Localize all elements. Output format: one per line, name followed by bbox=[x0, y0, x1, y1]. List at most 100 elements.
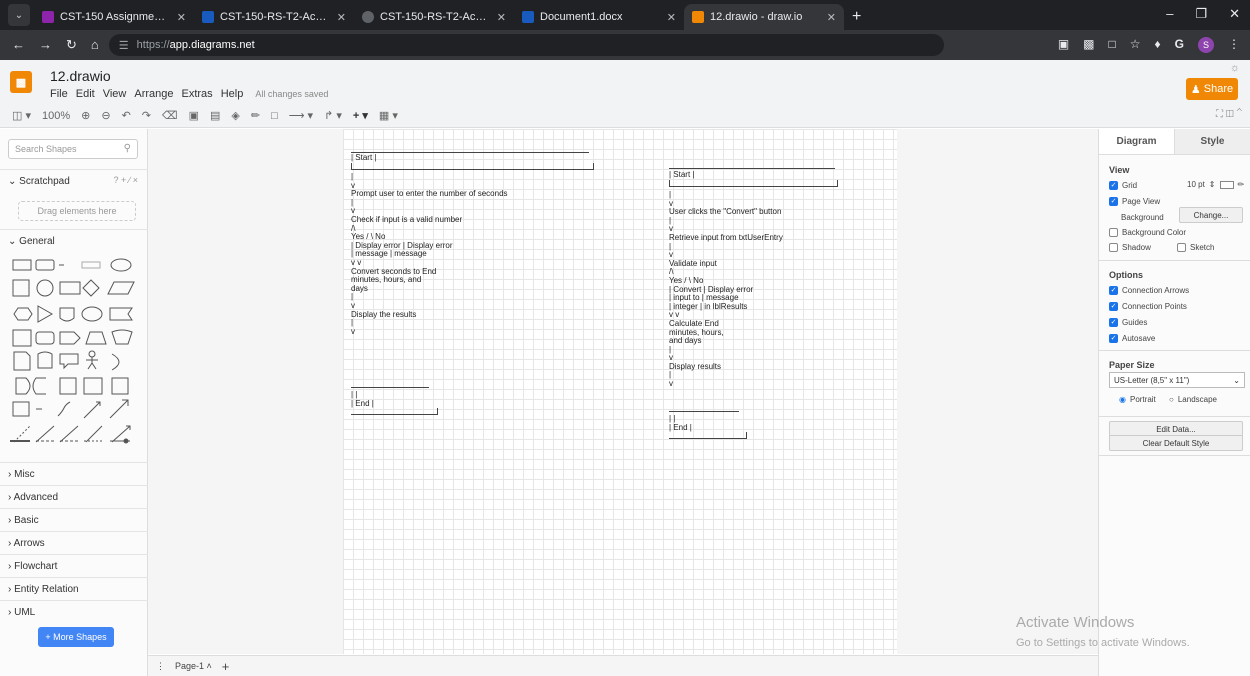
share-page-icon[interactable]: □ bbox=[1109, 37, 1116, 53]
extensions-icon[interactable]: ♦ bbox=[1155, 37, 1161, 53]
left-flow-text[interactable]: | v Prompt user to enter the number of s… bbox=[351, 172, 508, 336]
section-misc[interactable]: › Misc bbox=[0, 462, 148, 484]
section-flowchart[interactable]: › Flowchart bbox=[0, 554, 148, 576]
right-end-label[interactable]: | | | End | bbox=[669, 414, 692, 432]
shadow-icon[interactable]: □ bbox=[271, 110, 278, 122]
zoom-out-icon[interactable]: ⊖ bbox=[101, 109, 110, 122]
search-icon[interactable]: ⚲ bbox=[124, 143, 131, 154]
diagram-canvas[interactable]: | Start | | v Prompt user to enter the n… bbox=[148, 129, 1098, 658]
menu-edit[interactable]: Edit bbox=[76, 88, 95, 100]
close-icon[interactable]: ✕ bbox=[177, 11, 186, 24]
left-end-label[interactable]: | | | End | bbox=[351, 390, 374, 408]
more-shapes-button[interactable]: + More Shapes bbox=[38, 627, 114, 647]
menu-arrange[interactable]: Arrange bbox=[134, 88, 173, 100]
redo-icon[interactable]: ↷ bbox=[142, 109, 151, 122]
close-icon[interactable]: ✕ bbox=[667, 11, 676, 24]
general-shapes-grid[interactable] bbox=[12, 256, 138, 452]
shadow-checkbox[interactable]: Shadow bbox=[1109, 243, 1151, 252]
fullscreen-icons[interactable]: ⛶ ◫ ⌃ bbox=[1216, 109, 1242, 120]
section-basic[interactable]: › Basic bbox=[0, 508, 148, 530]
section-advanced[interactable]: › Advanced bbox=[0, 485, 148, 507]
delete-icon[interactable]: ⌫ bbox=[162, 109, 178, 122]
sketch-checkbox[interactable]: Sketch bbox=[1177, 243, 1214, 252]
menu-view[interactable]: View bbox=[103, 88, 127, 100]
browser-tab[interactable]: Document1.docx ✕ bbox=[514, 4, 684, 30]
paper-size-select[interactable]: US-Letter (8,5" x 11") ⌄ bbox=[1109, 372, 1245, 388]
line-shapes-row[interactable] bbox=[8, 435, 138, 447]
cast-icon[interactable]: ▩ bbox=[1083, 37, 1094, 53]
section-scratchpad[interactable]: ⌄ Scratchpad ? + ∕ × bbox=[0, 169, 148, 191]
edit-color-icon[interactable]: ✏ bbox=[1238, 180, 1245, 189]
minimize-icon[interactable]: – bbox=[1166, 6, 1173, 22]
background-color-checkbox[interactable]: Background Color bbox=[1109, 228, 1186, 237]
grid-checkbox[interactable]: ✓ Grid bbox=[1109, 181, 1137, 190]
menu-help[interactable]: Help bbox=[221, 88, 244, 100]
menu-extras[interactable]: Extras bbox=[182, 88, 213, 100]
portrait-radio[interactable]: ◉ Portrait bbox=[1119, 395, 1156, 404]
scratchpad-controls[interactable]: ? + ∕ × bbox=[113, 175, 138, 185]
google-icon[interactable]: G bbox=[1175, 37, 1184, 53]
forward-icon[interactable]: → bbox=[39, 37, 52, 53]
profile-avatar[interactable]: S bbox=[1198, 37, 1214, 53]
format-panel-icon[interactable]: ◫ ▾ bbox=[12, 109, 31, 122]
browser-menu-icon[interactable]: ⋮ bbox=[1228, 37, 1240, 53]
window-close-icon[interactable]: ✕ bbox=[1229, 6, 1240, 22]
fill-color-icon[interactable]: ◈ bbox=[231, 109, 239, 122]
document-title[interactable]: 12.drawio bbox=[50, 68, 111, 84]
browser-tab[interactable]: CST-150-RS-T2-Activity2.docx ✕ bbox=[194, 4, 354, 30]
undo-icon[interactable]: ↶ bbox=[122, 109, 131, 122]
page-view-checkbox[interactable]: ✓ Page View bbox=[1109, 197, 1160, 206]
new-tab-icon[interactable]: + bbox=[844, 8, 869, 30]
tab-page-1[interactable]: Page-1 ˄ bbox=[175, 661, 212, 671]
add-page-icon[interactable]: + bbox=[222, 659, 230, 674]
insert-icon[interactable]: + ▾ bbox=[353, 109, 368, 122]
tab-style[interactable]: Style bbox=[1175, 129, 1250, 154]
autosave-checkbox[interactable]: ✓ Autosave bbox=[1109, 334, 1155, 343]
search-input[interactable]: Search Shapes ⚲ bbox=[8, 139, 138, 159]
bookmark-star-icon[interactable]: ☆ bbox=[1130, 37, 1141, 53]
connection-arrows-checkbox[interactable]: ✓ Connection Arrows bbox=[1109, 286, 1189, 295]
browser-tab[interactable]: CST-150-RS-T2-Activity2 (2).pdf ✕ bbox=[354, 4, 514, 30]
to-back-icon[interactable]: ▤ bbox=[210, 109, 220, 122]
home-icon[interactable]: ⌂ bbox=[91, 37, 99, 53]
section-general[interactable]: ⌄ General bbox=[0, 229, 148, 251]
url-field[interactable]: ☰ https://app.diagrams.net bbox=[108, 34, 944, 56]
section-uml[interactable]: › UML bbox=[0, 600, 148, 622]
install-app-icon[interactable]: ▣ bbox=[1058, 37, 1069, 53]
connection-icon[interactable]: ⟶ ▾ bbox=[289, 109, 313, 122]
close-icon[interactable]: ✕ bbox=[337, 11, 346, 24]
browser-tab[interactable]: CST-150 Assignment Submissio ✕ bbox=[34, 4, 194, 30]
change-background-button[interactable]: Change... bbox=[1179, 207, 1243, 223]
reload-icon[interactable]: ↻ bbox=[66, 37, 77, 53]
waypoints-icon[interactable]: ↱ ▾ bbox=[324, 109, 342, 122]
menu-file[interactable]: File bbox=[50, 88, 68, 100]
landscape-radio[interactable]: ○ Landscape bbox=[1169, 395, 1217, 404]
restore-icon[interactable]: ❐ bbox=[1195, 6, 1207, 22]
grid-size-stepper[interactable]: 10 pt ⇕ ✏ bbox=[1187, 180, 1244, 189]
browser-tab-active[interactable]: 12.drawio - draw.io ✕ bbox=[684, 4, 844, 30]
grid-color-swatch[interactable] bbox=[1219, 180, 1234, 189]
back-icon[interactable]: ← bbox=[12, 37, 25, 53]
site-info-icon[interactable]: ☰ bbox=[119, 39, 129, 52]
to-front-icon[interactable]: ▣ bbox=[189, 109, 199, 122]
left-start-label[interactable]: | Start | bbox=[351, 153, 377, 163]
line-color-icon[interactable]: ✏ bbox=[251, 109, 260, 122]
section-entity-relation[interactable]: › Entity Relation bbox=[0, 577, 148, 599]
right-start-label[interactable]: | Start | bbox=[669, 170, 695, 180]
guides-checkbox[interactable]: ✓ Guides bbox=[1109, 318, 1147, 327]
tab-diagram[interactable]: Diagram bbox=[1099, 129, 1175, 154]
clear-default-style-button[interactable]: Clear Default Style bbox=[1109, 435, 1243, 451]
close-icon[interactable]: ✕ bbox=[497, 11, 506, 24]
tab-search-icon[interactable]: ⌄ bbox=[8, 4, 30, 26]
pages-menu-icon[interactable]: ⋮ bbox=[156, 661, 165, 672]
table-icon[interactable]: ▦ ▾ bbox=[379, 109, 398, 122]
zoom-level[interactable]: 100% bbox=[42, 110, 70, 122]
connection-points-checkbox[interactable]: ✓ Connection Points bbox=[1109, 302, 1187, 311]
zoom-in-icon[interactable]: ⊕ bbox=[81, 109, 90, 122]
theme-icon[interactable]: ☼ bbox=[1230, 62, 1240, 74]
diagram-page[interactable]: | Start | | v Prompt user to enter the n… bbox=[343, 129, 897, 654]
section-arrows[interactable]: › Arrows bbox=[0, 531, 148, 553]
drop-zone[interactable]: Drag elements here bbox=[18, 201, 136, 221]
right-flow-text[interactable]: | v User clicks the "Convert" button | v… bbox=[669, 190, 783, 389]
close-icon[interactable]: ✕ bbox=[827, 11, 836, 24]
